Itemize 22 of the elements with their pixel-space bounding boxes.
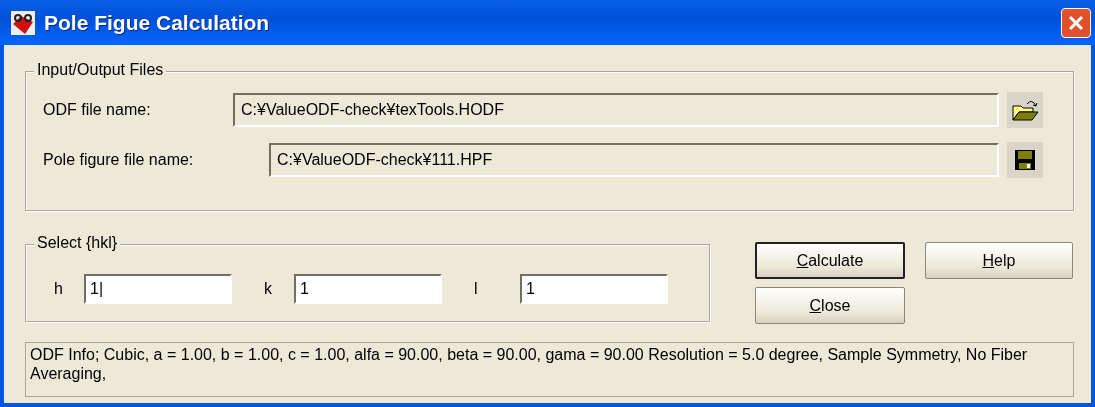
dialog-button[interactable]: Calculate	[755, 242, 905, 279]
dialog-button[interactable]: Help	[925, 242, 1073, 279]
app-icon	[10, 9, 36, 36]
input-field[interactable]: 1	[294, 274, 442, 304]
folder-icon	[1011, 98, 1039, 122]
field-label: ODF file name:	[43, 101, 152, 119]
group-title: Input/Output Files	[34, 61, 167, 79]
icon-button[interactable]	[1007, 142, 1043, 178]
window-title: Pole Figue Calculation	[44, 10, 271, 35]
info-text: ODF Info; Cubic, a = 1.00, b = 1.00, c = 1.00, alfa = 90.00, beta = 90.00, gama = 90.00 Resolution = 5.0 degree, Sample Symmetry, No Fiber Averaging,	[25, 342, 1074, 397]
input-field[interactable]: 1	[520, 274, 668, 304]
field-label: k	[264, 280, 273, 298]
input-field[interactable]: C:¥ValueODF-check¥111.HPF	[269, 143, 999, 177]
icon-button[interactable]	[1007, 92, 1043, 128]
input-field[interactable]: C:¥ValueODF-check¥texTools.HODF	[233, 93, 999, 127]
field-label: l	[474, 280, 479, 298]
group-title: Select {hkl}	[34, 234, 121, 252]
close-button[interactable]	[1061, 7, 1091, 38]
field-label: h	[54, 280, 64, 298]
dialog-button[interactable]: Close	[755, 287, 905, 324]
field-label: Pole figure file name:	[43, 151, 195, 169]
input-field[interactable]: 1|	[84, 274, 232, 304]
